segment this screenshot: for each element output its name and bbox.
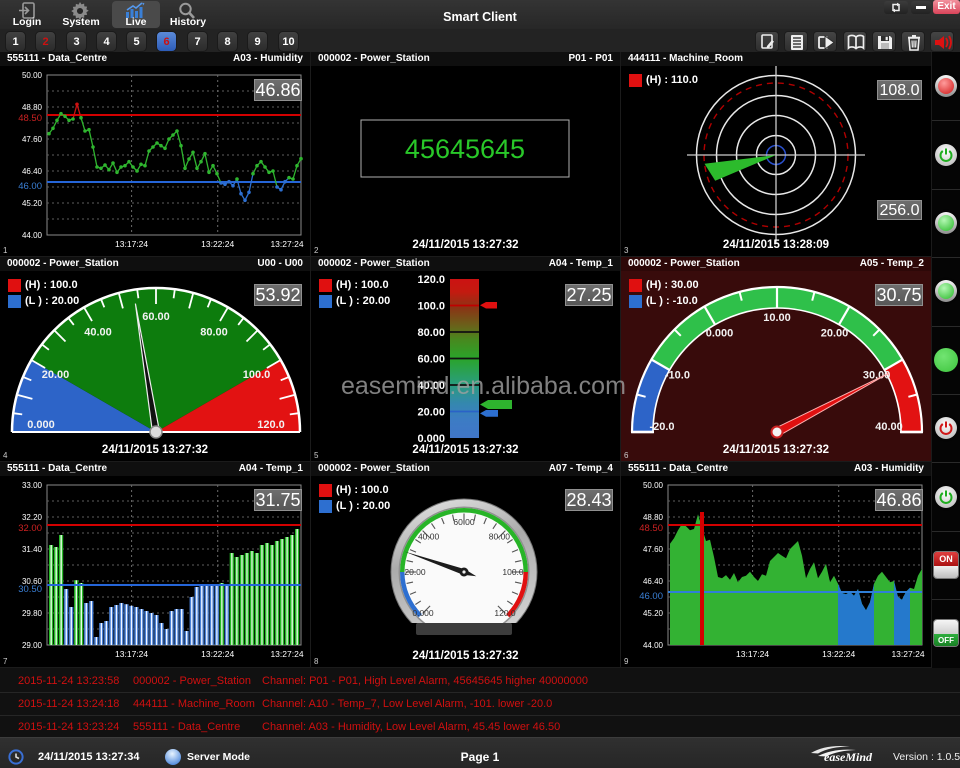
svg-text:120.0: 120.0: [417, 274, 445, 286]
svg-text:13:17:24: 13:17:24: [115, 239, 148, 249]
svg-text:0.000: 0.000: [706, 327, 734, 339]
svg-text:20.00: 20.00: [42, 369, 70, 381]
svg-text:46.00: 46.00: [18, 181, 42, 192]
svg-text:50.00: 50.00: [22, 71, 43, 80]
svg-text:120.0: 120.0: [257, 419, 285, 431]
svg-text:-20.0: -20.0: [649, 421, 674, 433]
svg-text:45645645: 45645645: [405, 134, 525, 164]
svg-text:48.80: 48.80: [22, 103, 43, 112]
svg-text:60.00: 60.00: [417, 354, 445, 366]
svg-text:47.60: 47.60: [22, 135, 43, 144]
svg-text:29.80: 29.80: [22, 609, 43, 618]
svg-text:30.50: 30.50: [18, 584, 42, 595]
svg-text:100.0: 100.0: [243, 369, 271, 381]
svg-text:20.00: 20.00: [417, 407, 445, 419]
svg-text:13:22:24: 13:22:24: [822, 649, 855, 659]
svg-text:29.00: 29.00: [22, 641, 43, 650]
svg-text:13:27:24: 13:27:24: [891, 649, 924, 659]
svg-text:40.00: 40.00: [875, 421, 903, 433]
svg-text:80.00: 80.00: [489, 532, 511, 542]
svg-text:46.40: 46.40: [643, 577, 664, 586]
svg-text:32.00: 32.00: [18, 523, 42, 534]
svg-text:47.60: 47.60: [643, 545, 664, 554]
svg-text:80.00: 80.00: [200, 327, 228, 339]
svg-text:45.20: 45.20: [22, 199, 43, 208]
svg-text:48.50: 48.50: [639, 523, 663, 534]
svg-text:44.00: 44.00: [643, 641, 664, 650]
svg-text:13:17:24: 13:17:24: [736, 649, 769, 659]
svg-text:40.00: 40.00: [418, 532, 440, 542]
svg-text:-10.0: -10.0: [665, 370, 690, 382]
svg-text:32.20: 32.20: [22, 513, 43, 522]
svg-text:44.00: 44.00: [22, 231, 43, 240]
svg-text:0.000: 0.000: [27, 419, 55, 431]
svg-text:45.20: 45.20: [643, 609, 664, 618]
svg-text:13:17:24: 13:17:24: [115, 649, 148, 659]
svg-text:40.00: 40.00: [84, 327, 112, 339]
svg-text:easeMind: easeMind: [824, 750, 873, 764]
svg-text:10.00: 10.00: [763, 312, 791, 324]
svg-text:0.000: 0.000: [412, 608, 434, 618]
svg-text:13:22:24: 13:22:24: [201, 649, 234, 659]
svg-text:60.00: 60.00: [142, 311, 170, 323]
svg-text:46.00: 46.00: [639, 591, 663, 602]
svg-text:13:27:24: 13:27:24: [270, 649, 303, 659]
svg-text:80.00: 80.00: [417, 327, 445, 339]
svg-text:50.00: 50.00: [643, 481, 664, 490]
svg-text:100.0: 100.0: [502, 567, 524, 577]
svg-text:60.00: 60.00: [453, 517, 475, 527]
svg-text:46.40: 46.40: [22, 167, 43, 176]
svg-text:33.00: 33.00: [22, 481, 43, 490]
svg-text:48.50: 48.50: [18, 113, 42, 124]
svg-text:13:27:24: 13:27:24: [270, 239, 303, 249]
svg-text:48.80: 48.80: [643, 513, 664, 522]
svg-text:31.40: 31.40: [22, 545, 43, 554]
svg-text:100.0: 100.0: [417, 301, 445, 313]
svg-text:20.00: 20.00: [404, 567, 426, 577]
svg-text:20.00: 20.00: [821, 327, 849, 339]
svg-text:13:22:24: 13:22:24: [201, 239, 234, 249]
svg-text:120.0: 120.0: [494, 608, 516, 618]
